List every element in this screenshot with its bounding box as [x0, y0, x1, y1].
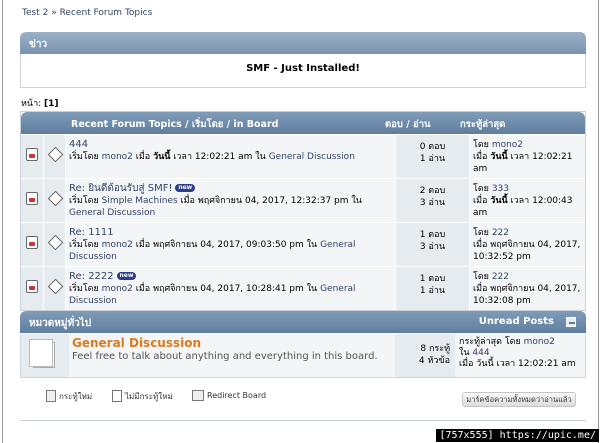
- topic-board-link[interactable]: General Discussion: [269, 152, 355, 162]
- legend-no-new-posts: ไม่มีกระทู้ใหม่: [112, 390, 173, 403]
- topic-author-link[interactable]: mono2: [102, 152, 133, 162]
- board-description: Feel free to talk about anything and eve…: [72, 351, 378, 362]
- pages-label: หน้า:: [21, 99, 42, 109]
- table-row: Re: ยินดีต้อนรับสู่ SMF! new เริ่มโดย Si…: [21, 178, 585, 222]
- table-row: Re: 1111 เริ่มโดย mono2 เมื่อ พฤศจิกายน …: [21, 222, 585, 266]
- col-subject-header: Recent Forum Topics / เริ่มโดย / in Boar…: [71, 119, 279, 130]
- redirect-icon: [192, 390, 204, 401]
- breadcrumb: Test 2 » Recent Forum Topics: [22, 8, 152, 18]
- topic-author-link[interactable]: mono2: [102, 284, 133, 294]
- reply-count: 1 ตอบ: [419, 230, 446, 240]
- category-title[interactable]: หมวดหมู่ทั่วไป: [29, 318, 91, 329]
- message-icon: [47, 190, 64, 207]
- board-topics-count: 4 หัวข้อ: [418, 356, 450, 366]
- footer-divider: [20, 420, 586, 421]
- message-icon: [47, 146, 64, 163]
- topic-post-icon: [26, 148, 38, 161]
- unread-posts-link[interactable]: Unread Posts: [479, 316, 554, 327]
- board-posts-count: 8 กระทู้: [420, 344, 450, 354]
- board-last-time: เมื่อ วันนี้ เวลา 12:02:21 am: [459, 359, 576, 369]
- reply-count: 1 ตอบ: [419, 274, 446, 284]
- category-header: หมวดหมู่ทั่วไป Unread Posts: [20, 311, 586, 333]
- pagination: หน้า: [1]: [21, 96, 59, 110]
- news-box: SMF - Just Installed!: [20, 54, 586, 88]
- topic-title-link[interactable]: Re: ยินดีต้อนรับสู่ SMF!: [69, 183, 172, 194]
- board-icon: [29, 339, 55, 368]
- board-last-author-link[interactable]: mono2: [524, 337, 555, 347]
- board-row: General Discussion Feel free to talk abo…: [20, 334, 586, 378]
- reply-count: 0 ตอบ: [419, 142, 446, 152]
- view-count: 1 อ่าน: [419, 154, 446, 164]
- mark-all-read-button[interactable]: มาร์คข้อความทั้งหมดว่าอ่านแล้ว: [462, 392, 576, 407]
- topic-title-link[interactable]: 444: [69, 139, 88, 150]
- col-last-header: กระทู้ล่าสุด: [460, 119, 506, 130]
- new-posts-icon: [46, 390, 56, 402]
- topic-post-icon: [26, 192, 38, 205]
- watermark: [757x555] https://upic.me/: [436, 429, 599, 442]
- new-badge[interactable]: new: [116, 272, 137, 280]
- last-post-author-link[interactable]: 222: [492, 228, 509, 238]
- col-replies-header: ตอบ / อ่าน: [385, 119, 431, 130]
- reply-count: 2 ตอบ: [419, 186, 446, 196]
- current-page: [1]: [44, 99, 59, 109]
- last-post-author-link[interactable]: 222: [492, 272, 509, 282]
- table-row: Re: 2222 new เริ่มโดย mono2 เมื่อ พฤศจิก…: [21, 266, 585, 310]
- topic-author-link[interactable]: mono2: [102, 240, 133, 250]
- collapse-icon[interactable]: [566, 317, 576, 327]
- view-count: 3 อ่าน: [419, 242, 446, 252]
- topic-post-icon: [26, 280, 38, 293]
- legend-new-posts: กระทู้ใหม่: [46, 390, 92, 403]
- table-header: Recent Forum Topics / เริ่มโดย / in Boar…: [21, 112, 585, 134]
- view-count: 3 อ่าน: [419, 198, 446, 208]
- new-badge[interactable]: new: [175, 184, 196, 192]
- last-post-author-link[interactable]: 333: [492, 184, 509, 194]
- breadcrumb-separator: »: [51, 8, 57, 18]
- no-new-posts-icon: [112, 390, 122, 402]
- topic-author-link[interactable]: Simple Machines: [102, 196, 178, 206]
- recent-topics-table: Recent Forum Topics / เริ่มโดย / in Boar…: [20, 111, 586, 311]
- message-icon: [47, 234, 64, 251]
- topic-board-link[interactable]: General Discussion: [69, 208, 155, 218]
- board-last-topic-link[interactable]: 444: [472, 348, 489, 358]
- news-header: ข่าว: [20, 32, 586, 54]
- legend-redirect: Redirect Board: [192, 390, 266, 401]
- view-count: 1 อ่าน: [419, 286, 446, 296]
- last-post-author-link[interactable]: mono2: [492, 140, 523, 150]
- breadcrumb-current-link[interactable]: Recent Forum Topics: [60, 8, 153, 18]
- topic-title-link[interactable]: Re: 1111: [69, 227, 114, 238]
- breadcrumb-site-link[interactable]: Test 2: [22, 8, 48, 18]
- message-icon: [47, 278, 64, 295]
- board-name-link[interactable]: General Discussion: [72, 336, 392, 350]
- news-header-title: ข่าว: [29, 39, 48, 50]
- news-text: SMF - Just Installed!: [246, 63, 360, 74]
- table-row: 444 เริ่มโดย mono2 เมื่อ วันนี้ เวลา 12:…: [21, 134, 585, 178]
- topic-title-link[interactable]: Re: 2222: [69, 271, 114, 282]
- topic-post-icon: [26, 236, 38, 249]
